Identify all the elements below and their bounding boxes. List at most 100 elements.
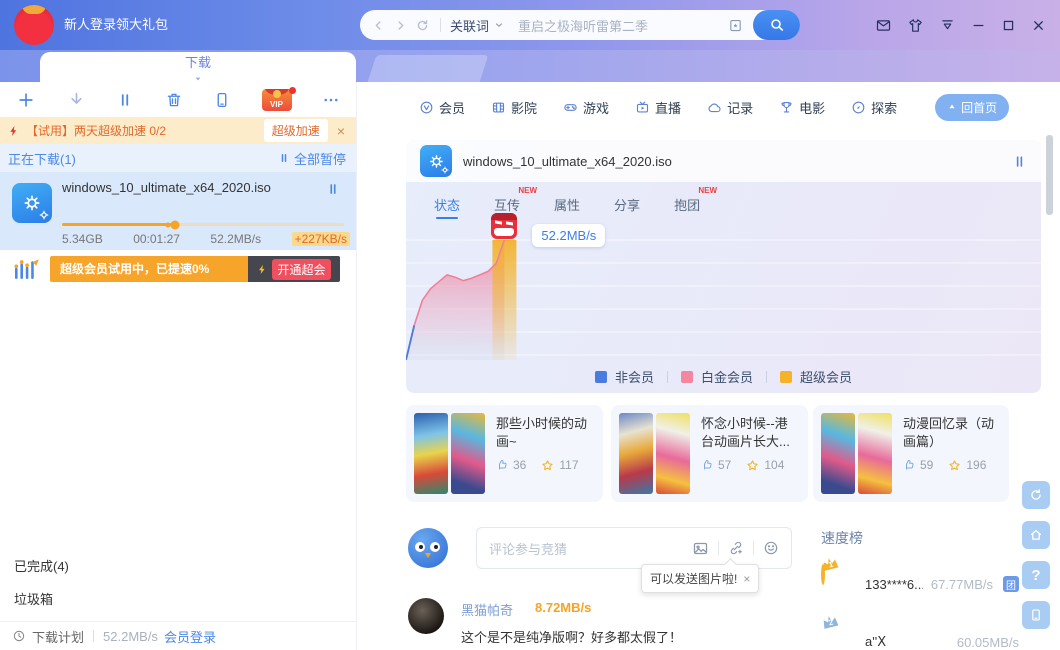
divider xyxy=(766,371,767,383)
divider xyxy=(667,371,668,383)
close-icon[interactable]: × xyxy=(743,572,750,586)
window-controls xyxy=(873,0,1048,50)
scrollbar-thumb[interactable] xyxy=(1046,135,1053,215)
refresh-icon[interactable] xyxy=(416,19,429,32)
video-card[interactable]: 那些小时候的动画~ 36 117 xyxy=(406,405,603,502)
like-icon[interactable] xyxy=(701,459,713,471)
close-button[interactable] xyxy=(1029,16,1048,35)
top-nav: 会员 影院 游戏 直播 记录 电影 xyxy=(419,90,1060,124)
search-input[interactable]: 重启之极海听雷第二季 xyxy=(518,16,728,35)
refresh-float-button[interactable] xyxy=(1022,481,1050,509)
download-plan-label[interactable]: 下载计划 xyxy=(32,627,84,646)
collect-page-icon[interactable] xyxy=(728,18,743,33)
start-download-button[interactable] xyxy=(67,90,86,109)
delete-task-button[interactable] xyxy=(165,91,183,109)
download-task-row[interactable]: windows_10_ultimate_x64_2020.iso 5.34GB … xyxy=(0,172,356,250)
tab-share[interactable]: 分享 xyxy=(614,195,640,222)
card-thumbnail[interactable] xyxy=(414,413,448,494)
card-thumbnail[interactable] xyxy=(821,413,855,494)
pause-task-button[interactable] xyxy=(116,91,134,109)
leaderboard-entry[interactable]: 1 133****6... 67.77MB/s 团 xyxy=(821,566,1019,602)
vip-button[interactable]: VIP xyxy=(262,89,292,111)
close-icon[interactable]: × xyxy=(334,123,348,139)
new-task-button[interactable] xyxy=(16,90,36,110)
member-login-link[interactable]: 会员登录 xyxy=(164,627,216,646)
leaderboard-speed: 67.77MB/s xyxy=(931,577,993,592)
logo-gold-top xyxy=(22,5,46,14)
global-speed-label: 52.2MB/s xyxy=(103,629,158,644)
legend-swatch xyxy=(681,371,693,383)
video-card[interactable]: 怀念小时候--港台动画片长大... 57 104 xyxy=(611,405,808,502)
card-thumbnail[interactable] xyxy=(858,413,892,494)
tab-download[interactable]: 下载 xyxy=(40,52,356,82)
nav-item-movies[interactable]: 电影 xyxy=(779,98,825,117)
super-boost-button[interactable]: 超级加速 xyxy=(264,119,328,142)
home-float-button[interactable] xyxy=(1022,521,1050,549)
leaderboard-avatar: 1 xyxy=(821,566,857,602)
tab-label: 抱团 xyxy=(674,198,700,213)
minimize-button[interactable] xyxy=(969,16,988,35)
divider xyxy=(753,541,754,555)
legend-label: 超级会员 xyxy=(800,367,852,386)
search-button[interactable] xyxy=(753,10,800,40)
browser-tab-inactive[interactable] xyxy=(368,55,489,82)
download-progress-thumb[interactable] xyxy=(170,220,179,229)
tab-group[interactable]: 抱团NEW xyxy=(674,195,700,222)
pause-icon[interactable] xyxy=(1012,154,1027,169)
open-super-vip-button[interactable]: 开通超会 xyxy=(272,259,330,280)
search-category-selector[interactable]: 关联词 xyxy=(450,16,504,35)
card-meta: 57 104 xyxy=(701,458,800,472)
help-float-button[interactable]: ? xyxy=(1022,561,1050,589)
tab-properties[interactable]: 属性 xyxy=(554,195,580,222)
star-icon[interactable] xyxy=(541,459,554,472)
comment-placeholder: 评论参与竞猜 xyxy=(489,539,683,558)
image-icon[interactable] xyxy=(692,540,709,557)
card-title[interactable]: 怀念小时候--港台动画片长大... xyxy=(701,415,800,451)
card-thumbnail[interactable] xyxy=(656,413,690,494)
tab-status[interactable]: 状态 xyxy=(434,195,460,222)
leaderboard-entry[interactable]: 2 a''Ⅹ 60.05MB/s xyxy=(821,624,1019,650)
video-card[interactable]: 动漫回忆录（动画篇） 59 196 xyxy=(813,405,1009,502)
maximize-button[interactable] xyxy=(999,16,1018,35)
vip-trial-banner[interactable]: 超级会员试用中，已提速0% xyxy=(50,256,248,282)
back-to-home-button[interactable]: 回首页 xyxy=(935,94,1009,121)
commenter-name[interactable]: 黑猫帕奇 xyxy=(461,600,513,619)
search-bar[interactable]: 关联词 重启之极海听雷第二季 xyxy=(360,10,800,40)
comment-input[interactable]: 评论参与竞猜 xyxy=(476,527,792,569)
boss-key-icon[interactable] xyxy=(937,15,958,36)
nav-item-live[interactable]: 直播 xyxy=(635,98,681,117)
back-icon[interactable] xyxy=(372,19,385,32)
titlebar-promo-text[interactable]: 新人登录领大礼包 xyxy=(64,0,168,50)
mobile-transfer-button[interactable] xyxy=(213,91,231,109)
link-icon[interactable] xyxy=(728,540,744,556)
downloading-count-label[interactable]: 正在下载(1) xyxy=(8,149,76,168)
download-stats: 5.34GB 00:01:27 52.2MB/s +227KB/s xyxy=(62,232,350,246)
pause-all-button[interactable]: 全部暂停 xyxy=(278,149,346,168)
nav-item-cinema[interactable]: 影院 xyxy=(491,98,537,117)
like-icon[interactable] xyxy=(496,459,508,471)
star-icon[interactable] xyxy=(948,459,961,472)
star-icon[interactable] xyxy=(746,459,759,472)
pause-item-icon[interactable] xyxy=(326,182,340,196)
skin-icon[interactable] xyxy=(905,15,926,36)
mobile-float-button[interactable] xyxy=(1022,601,1050,629)
forward-icon[interactable] xyxy=(394,19,407,32)
emoji-icon[interactable] xyxy=(763,540,779,556)
card-thumbnail[interactable] xyxy=(451,413,485,494)
tab-label: 分享 xyxy=(614,198,640,213)
nav-item-records[interactable]: 记录 xyxy=(707,98,753,117)
nav-item-explore[interactable]: 探索 xyxy=(851,98,897,117)
mail-icon[interactable] xyxy=(873,15,894,36)
commenter-avatar[interactable] xyxy=(408,598,444,634)
card-thumbnail[interactable] xyxy=(619,413,653,494)
more-button[interactable] xyxy=(322,91,340,109)
card-title[interactable]: 那些小时候的动画~ xyxy=(496,415,595,451)
nav-item-games[interactable]: 游戏 xyxy=(563,98,609,117)
card-title[interactable]: 动漫回忆录（动画篇） xyxy=(903,415,1001,451)
trash-section-label[interactable]: 垃圾箱 xyxy=(14,589,53,608)
nav-item-member[interactable]: 会员 xyxy=(419,98,465,117)
like-icon[interactable] xyxy=(903,459,915,471)
completed-section-label[interactable]: 已完成(4) xyxy=(14,556,69,575)
new-badge: NEW xyxy=(518,186,537,195)
red-packet-logo-icon[interactable] xyxy=(14,5,54,45)
